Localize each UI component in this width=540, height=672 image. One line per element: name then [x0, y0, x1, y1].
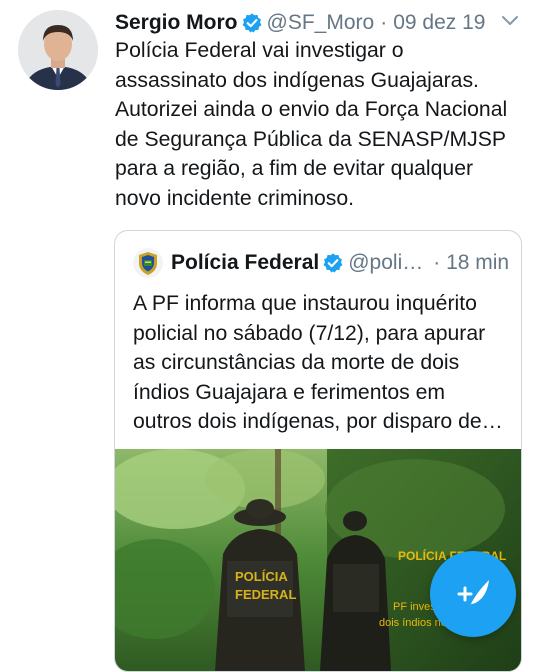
tweet-date[interactable]: 09 dez 19: [393, 11, 485, 35]
tweet-text: Polícia Federal vai investigar o assassi…: [115, 36, 525, 213]
tweet-text-line: Polícia Federal vai investigar o: [115, 39, 404, 62]
tweet-text-line: Autorizei ainda o envio da Força Naciona…: [115, 98, 508, 121]
tweet-text-line: de Segurança Pública da SENASP/MJSP: [115, 127, 507, 151]
vest-label: FEDERAL: [235, 587, 297, 602]
tweet-text-line: assassinato dos indígenas Guajajaras.: [115, 68, 479, 92]
quoted-author-avatar: [133, 248, 163, 278]
quoted-text-line: outros dois indígenas, por disparo de…: [133, 410, 503, 433]
header-separator: ·: [380, 11, 388, 34]
author-avatar[interactable]: [18, 10, 98, 90]
verified-badge-icon: [241, 12, 263, 34]
media-overlay-line: PF inves: [393, 601, 436, 613]
quoted-text-line: A PF informa que instaurou inquérito: [133, 292, 477, 315]
quoted-author-handle: @poli…: [348, 251, 424, 274]
quoted-tweet-time: · 18 min: [433, 251, 510, 274]
quoted-tweet-header: Polícia Federal @poli… · 18 min: [133, 247, 509, 279]
vest-label: POLÍCIA: [235, 569, 288, 584]
quoted-author-name: Polícia Federal: [171, 251, 320, 274]
quoted-text-line: as circunstâncias da morte de dois: [133, 351, 460, 374]
quoted-text-line: policial no sábado (7/12), para apurar: [133, 321, 486, 345]
quoted-text-line: índios Guajajara e ferimentos em: [133, 380, 446, 404]
compose-tweet-icon: [457, 580, 489, 608]
author-name[interactable]: Sergio Moro: [115, 11, 238, 35]
author-handle[interactable]: @SF_Moro: [267, 11, 375, 35]
chevron-down-icon[interactable]: [500, 14, 520, 28]
quoted-tweet-text: A PF informa que instaurou inquérito pol…: [133, 289, 513, 437]
tweet-text-line: novo incidente criminoso.: [115, 186, 355, 210]
author-avatar-image: [18, 10, 98, 90]
tweet-text-line: para a região, a fim de evitar qualquer: [115, 157, 474, 180]
tweet-header: Sergio Moro @SF_Moro · 09 dez 19: [115, 8, 485, 38]
verified-badge-icon: [322, 252, 344, 274]
compose-tweet-button[interactable]: [430, 551, 516, 637]
